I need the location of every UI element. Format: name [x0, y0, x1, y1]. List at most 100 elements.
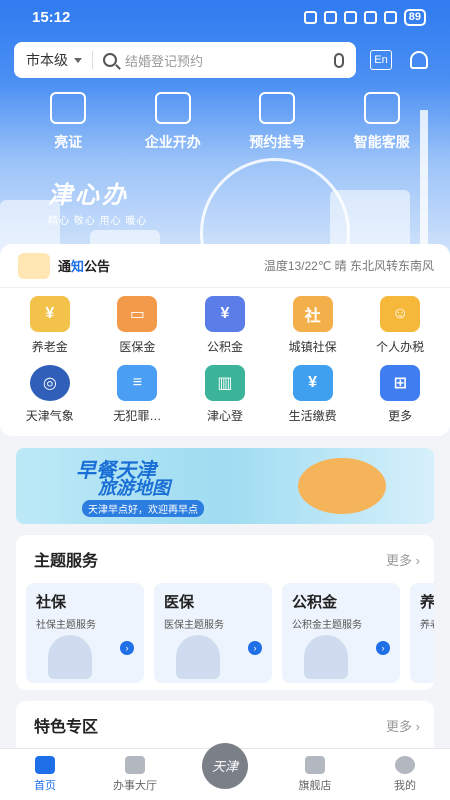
more-link[interactable]: 更多 › [386, 550, 420, 569]
quick-action-ai-service[interactable]: 智能客服 [337, 92, 427, 152]
service-label: 津心登 [206, 409, 243, 423]
promo-banner[interactable]: 早餐天津 旅游地图 天津早点好，欢迎再早点 [16, 448, 434, 524]
search-box[interactable]: 市本级 结婚登记预约 [14, 42, 356, 78]
service-label: 生活缴费 [288, 409, 337, 423]
brand-title: 津心办 [48, 180, 129, 209]
quick-action-appointment[interactable]: 预约挂号 [232, 92, 322, 152]
house-icon: ¥ [204, 296, 245, 332]
weather-logo-icon: ◎ [29, 365, 70, 401]
food-illustration [298, 458, 386, 514]
service-urban-social-security[interactable]: 社城镇社保 [269, 296, 357, 355]
status-bar: 15:12 89 [0, 0, 450, 34]
calendar-plus-icon [259, 92, 296, 124]
section-title: 主题服务 [34, 553, 99, 570]
region-select[interactable]: 市本级 [26, 50, 82, 70]
pension-icon: ¥ [29, 296, 70, 332]
microphone-icon[interactable] [334, 52, 344, 68]
medical-card-icon: ▭ [117, 296, 158, 332]
card-title: 社保 [36, 594, 67, 611]
tab-label: 办事大厅 [113, 780, 157, 792]
status-time: 15:12 [32, 8, 71, 26]
card-title: 养 [420, 594, 434, 611]
more-label: 更多 [386, 718, 413, 734]
document-icon: ≡ [117, 365, 158, 401]
more-label: 更多 [386, 552, 413, 568]
service-personal-tax[interactable]: ☺ 个人办税 [356, 296, 444, 355]
service-no-criminal-record[interactable]: ≡ 无犯罪… [94, 365, 182, 424]
banner-tag: 天津早点好，欢迎再早点 [82, 500, 204, 517]
theme-services-section: 主题服务 更多 › 社保 社保主题服务 › 医保 医保主题服务 › 公积金 公积… [16, 535, 434, 690]
section-header: 特色专区 更多 › [16, 701, 434, 737]
quick-action-show-id[interactable]: 亮证 [23, 92, 113, 152]
grid-card-icon [50, 92, 87, 124]
quick-actions: 亮证 企业开办 预约挂号 智能客服 [0, 92, 450, 152]
quick-action-label: 智能客服 [353, 134, 410, 150]
notice-title-part: 公告 [84, 259, 111, 274]
bell-icon[interactable] [410, 51, 428, 69]
elderly-couple-illustration [48, 635, 92, 679]
nfc-icon [303, 10, 317, 24]
tab-label: 我的 [394, 780, 416, 792]
notice-title: 通知公告 [58, 256, 110, 275]
arrow-right-icon: › [376, 641, 390, 655]
alarm-icon [323, 10, 337, 24]
tab-home[interactable]: 首页 [5, 756, 85, 793]
theme-card-social-security[interactable]: 社保 社保主题服务 › [26, 583, 144, 683]
chevron-right-icon: › [415, 552, 420, 568]
banner-line2: 旅游地图 [98, 478, 170, 498]
service-pension[interactable]: ¥ 养老金 [6, 296, 94, 355]
brand-subtitle: 精心 敬心 用心 暖心 [48, 216, 148, 227]
quick-action-enterprise[interactable]: 企业开办 [128, 92, 218, 152]
service-weather[interactable]: ◎ 天津气象 [6, 365, 94, 424]
tab-mine[interactable]: 我的 [365, 756, 445, 793]
tab-label: 旗舰店 [298, 780, 332, 792]
battery-level: 89 [403, 8, 426, 26]
language-button[interactable]: En [370, 50, 392, 70]
wifi-icon [363, 10, 377, 24]
service-jinxindeng[interactable]: ▥ 津心登 [181, 365, 269, 424]
doctor-illustration [176, 635, 220, 679]
service-label: 天津气象 [25, 409, 74, 423]
service-more[interactable]: ⊞ 更多 [356, 365, 444, 424]
tax-icon: ☺ [380, 296, 421, 332]
service-label: 公积金 [206, 340, 243, 354]
tab-center-logo[interactable]: 天津 [185, 742, 265, 789]
theme-cards: 社保 社保主题服务 › 医保 医保主题服务 › 公积金 公积金主题服务 › 养 … [16, 571, 434, 683]
theme-card-medical[interactable]: 医保 医保主题服务 › [154, 583, 272, 683]
house-illustration [304, 635, 348, 679]
bookmark-icon [305, 756, 325, 774]
service-medical-insurance[interactable]: ▭ 医保金 [94, 296, 182, 355]
hero-header: 15:12 89 市本级 结婚登记预约 En 亮证 企业开办 预约挂号 智能客服… [0, 0, 450, 270]
services-panel: 通知公告 温度13/22℃ 晴 东北风转东南风 ¥ 养老金 ▭ 医保金 ¥ 公积金 社… [0, 244, 450, 436]
hall-icon [125, 756, 145, 774]
service-label: 养老金 [31, 340, 68, 354]
chevron-right-icon: › [415, 718, 420, 734]
service-housing-fund[interactable]: ¥ 公积金 [181, 296, 269, 355]
search-row: 市本级 结婚登记预约 En [14, 42, 436, 78]
tab-label: 首页 [34, 780, 56, 792]
tab-service-hall[interactable]: 办事大厅 [95, 756, 175, 793]
service-utility-payment[interactable]: ¥ 生活缴费 [269, 365, 357, 424]
status-icons: 89 [303, 8, 426, 26]
enterprise-icon [154, 92, 191, 124]
service-label: 更多 [388, 409, 413, 423]
theme-card-pension[interactable]: 养 养老 [410, 583, 434, 683]
theme-card-housing-fund[interactable]: 公积金 公积金主题服务 › [282, 583, 400, 683]
brand-logo: 津心办 精心 敬心 用心 暖心 [48, 175, 147, 227]
service-label: 无犯罪… [113, 409, 162, 423]
social-security-icon: 社 [292, 296, 333, 332]
divider [92, 51, 93, 69]
card-subtitle: 养老 [420, 620, 434, 631]
section-header: 主题服务 更多 › [16, 535, 434, 571]
more-link[interactable]: 更多 › [386, 716, 420, 735]
search-input[interactable]: 结婚登记预约 [125, 51, 334, 70]
arrow-right-icon: › [120, 641, 134, 655]
quick-action-label: 亮证 [54, 134, 83, 150]
building-icon: ▥ [204, 365, 245, 401]
apps-grid-icon: ⊞ [380, 365, 421, 401]
weather-text: 温度13/22℃ 晴 东北风转东南风 [263, 259, 434, 273]
bottom-tab-bar: 首页 办事大厅 天津 旗舰店 我的 [0, 742, 450, 800]
tab-flagship-store[interactable]: 旗舰店 [275, 756, 355, 793]
notice-bar[interactable]: 通知公告 温度13/22℃ 晴 东北风转东南风 [0, 244, 450, 288]
service-label: 个人办税 [376, 340, 425, 354]
